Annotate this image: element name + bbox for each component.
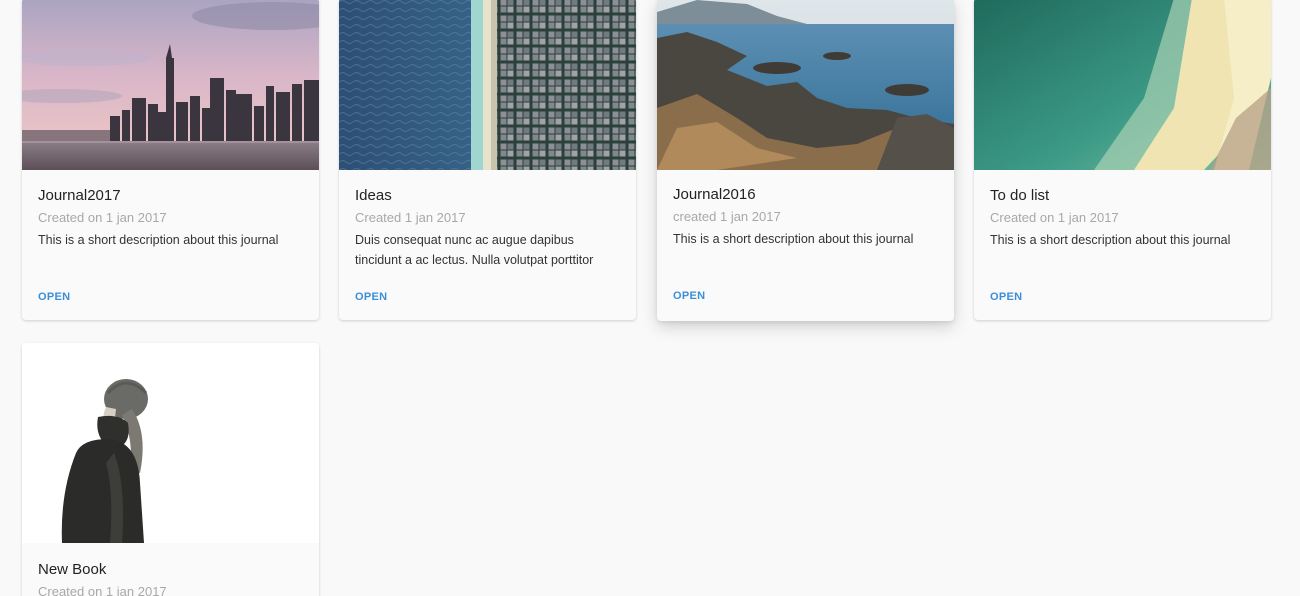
card-created-date: Created 1 jan 2017 bbox=[355, 210, 466, 225]
card-cover-image bbox=[22, 343, 319, 543]
card-description: This is a short description about this j… bbox=[38, 233, 279, 247]
open-button[interactable]: OPEN bbox=[990, 291, 1022, 303]
open-button[interactable]: OPEN bbox=[38, 291, 70, 303]
card-title: Journal2016 bbox=[673, 186, 756, 203]
journal-card[interactable]: Ideas Created 1 jan 2017 Duis consequat … bbox=[339, 0, 636, 320]
card-description: This is a short description about this j… bbox=[673, 232, 914, 246]
card-cover-image bbox=[339, 0, 636, 170]
card-title: New Book bbox=[38, 561, 107, 578]
card-description: Duis consequat nunc ac augue dapibus tin… bbox=[355, 233, 594, 267]
card-created-date: created 1 jan 2017 bbox=[673, 209, 781, 224]
journal-card[interactable]: Journal2017 Created on 1 jan 2017 This i… bbox=[22, 0, 319, 320]
card-title: To do list bbox=[990, 187, 1050, 204]
journal-card[interactable]: Journal2016 created 1 jan 2017 This is a… bbox=[657, 0, 954, 321]
open-button[interactable]: OPEN bbox=[673, 290, 705, 302]
card-cover-image bbox=[657, 0, 954, 170]
journal-card[interactable]: To do list Created on 1 jan 2017 This is… bbox=[974, 0, 1271, 320]
card-created-date: Created on 1 jan 2017 bbox=[38, 210, 167, 225]
card-title: Journal2017 bbox=[38, 187, 121, 204]
card-cover-image bbox=[974, 0, 1271, 170]
open-button[interactable]: OPEN bbox=[355, 291, 387, 303]
card-cover-image bbox=[22, 0, 319, 170]
card-created-date: Created on 1 jan 2017 bbox=[38, 584, 167, 596]
journal-card[interactable]: New Book Created on 1 jan 2017 bbox=[22, 343, 319, 596]
journal-grid: Journal2017 Created on 1 jan 2017 This i… bbox=[0, 0, 1300, 596]
card-description: This is a short description about this j… bbox=[990, 233, 1231, 247]
card-title: Ideas bbox=[355, 187, 392, 204]
card-created-date: Created on 1 jan 2017 bbox=[990, 210, 1119, 225]
